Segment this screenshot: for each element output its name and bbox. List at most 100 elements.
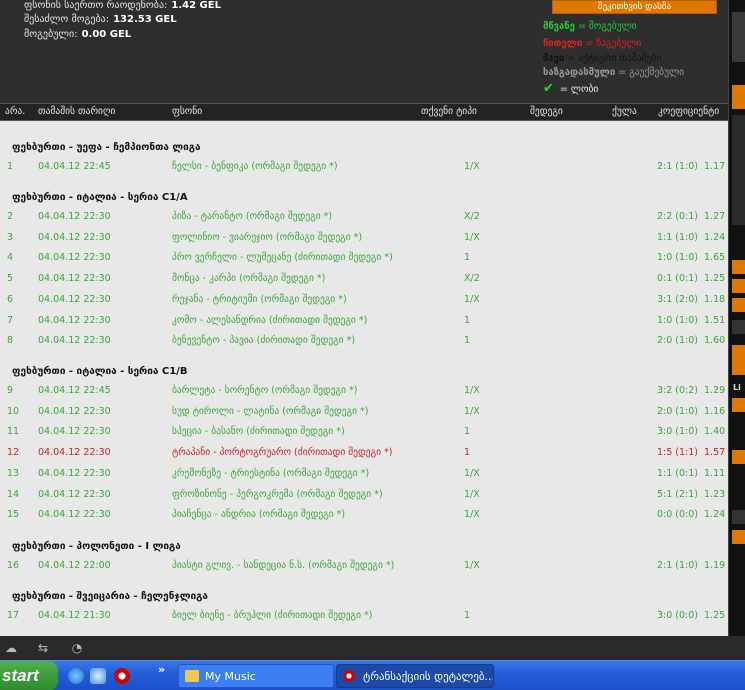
table-row[interactable]: 2 04.04.12 22:30 პიზა - ტარანტო (ორმაგი შე…	[0, 209, 728, 227]
table-row[interactable]: 1 04.04.12 22:45 ჩელსი - ბენფიკა (ორმაგი შ…	[0, 159, 728, 177]
row-match: კომო - ალესანდრია (ძირითადი შედეგი *)	[172, 314, 368, 326]
right-panel-tab-2[interactable]	[732, 279, 745, 293]
table-row[interactable]: 6 04.04.12 22:30 რეჯანა - ტრიტიუმი (ორმაგი…	[0, 292, 728, 310]
table-row[interactable]: 16 04.04.12 22:00 პიასტი გლივ. - სანდეცია …	[0, 558, 728, 576]
row-score: 0:1 (0:1)	[657, 273, 699, 285]
legend-red-desc: = წაგებული	[585, 38, 642, 49]
row-score: 2:2 (0:1)	[657, 211, 699, 222]
legend-black: შავი = აქტიური თამაშები	[543, 53, 661, 64]
column-header-date: თამაშის თარიღი	[38, 106, 116, 117]
row-bet-type: X/2	[464, 211, 480, 222]
right-panel-live-item-4[interactable]	[732, 510, 745, 524]
legend-gray-word: ხაზგადასმული	[543, 67, 616, 78]
table-row[interactable]: 17 04.04.12 21:30 ბიელ ბიენე - ბრუჰლი (ძირ…	[0, 608, 728, 626]
row-match: ჩელსი - ბენფიკა (ორმაგი შედეგი *)	[172, 161, 338, 172]
taskbar-my-music[interactable]: My Music	[178, 664, 334, 688]
row-bet-type: 1/X	[464, 488, 480, 500]
row-number: 13	[7, 467, 20, 479]
table-row[interactable]: 4 04.04.12 22:30 პრო ვერჩელი - ლუმეცანე (ძ…	[0, 250, 728, 268]
ask-question-button[interactable]: შეკითხვის დასმა	[552, 0, 717, 14]
row-score: 3:2 (0:2)	[657, 385, 699, 396]
row-number: 2	[7, 211, 14, 222]
legend-green-desc: = მოგებული	[577, 21, 637, 32]
row-date: 04.04.12 22:30	[38, 231, 111, 243]
table-row[interactable]: 5 04.04.12 22:30 მონცა - კარპი (ორმაგი შედ…	[0, 271, 728, 289]
row-bet-type: 1/X	[464, 467, 480, 479]
row-coefficient: 1.17	[704, 161, 726, 172]
table-row[interactable]: 10 04.04.12 22:30 სუდ ტიროლი - ლატინა (ორმ…	[0, 404, 728, 422]
table-row[interactable]: 8 04.04.12 22:30 ბენევენტო - პავია (ძირითა…	[0, 333, 728, 351]
row-coefficient: 1.57	[704, 447, 726, 459]
row-number: 12	[7, 447, 20, 459]
row-coefficient: 1.60	[704, 335, 726, 347]
table-row[interactable]: 11 04.04.12 22:30 სპეცია - ბასანო (ძირითად…	[0, 424, 728, 442]
row-number: 1	[7, 161, 14, 172]
table-row[interactable]: 15 04.04.12 22:30 პიაჩენცა - ანდრია (ორმაგ…	[0, 507, 728, 525]
league-group-title: ფეხბურთი - უეფა - ჩემპიონთა ლიგა	[12, 142, 201, 153]
row-number: 9	[7, 385, 14, 396]
row-match: რეჯანა - ტრიტიუმი (ორმაგი შედეგი *)	[172, 293, 347, 305]
column-header-bet: ფსონი	[172, 106, 203, 117]
table-row[interactable]: 12 04.04.12 22:30 ტრაპანი - პორტოგრუარო (ძ…	[0, 445, 728, 463]
table-row[interactable]: 9 04.04.12 22:45 ბარლეტა - სორენტო (ორმაგი…	[0, 383, 728, 401]
row-score: 1:1 (1:0)	[657, 231, 699, 243]
row-date: 04.04.12 22:30	[38, 273, 111, 285]
league-group-title: ფეხბურთი - იტალია - სერია C1/A	[12, 192, 188, 203]
row-date: 04.04.12 22:30	[38, 509, 111, 521]
row-coefficient: 1.27	[704, 211, 726, 222]
row-bet-type: 1/X	[464, 405, 480, 417]
row-match: ფოლინიო - ვიარეჯიო (ორმაგი შედეგი *)	[172, 231, 363, 243]
total-odds-label: ფსონის საერთო რაოდენობა:	[24, 0, 168, 11]
table-header: არა. თამაშის თარიღი ფსონი თქვენი ტიპი შე…	[0, 103, 728, 121]
right-panel-input[interactable]	[732, 320, 745, 334]
row-bet-type: 1	[464, 335, 471, 347]
table-row[interactable]: 7 04.04.12 22:30 კომო - ალესანდრია (ძირითა…	[0, 313, 728, 331]
right-panel-tab-1[interactable]	[732, 260, 745, 274]
row-match: პიასტი გლივ. - სანდეცია ნ.ს. (ორმაგი შედ…	[172, 560, 395, 571]
league-group-title: ფეხბურთი - პოლონეთი - I ლიგა	[12, 541, 181, 552]
row-score: 2:0 (1:0)	[657, 405, 699, 417]
table-row[interactable]: 14 04.04.12 22:30 ფროზინონე - პერგოკრემა (…	[0, 487, 728, 505]
opera-icon[interactable]	[114, 668, 130, 684]
table-row[interactable]: 13 04.04.12 22:30 კრემონეზე - ტრიესტინა (ო…	[0, 466, 728, 484]
row-date: 04.04.12 22:30	[38, 426, 111, 438]
row-date: 04.04.12 22:30	[38, 293, 111, 305]
row-number: 6	[7, 293, 14, 305]
legend-check-desc: = ლობი	[559, 84, 599, 95]
table-row[interactable]: 3 04.04.12 22:30 ფოლინიო - ვიარეჯიო (ორმაგ…	[0, 230, 728, 248]
share-icon[interactable]: ⇆	[36, 641, 50, 655]
taskbar-transaction-details[interactable]: ტრანსაქციის დეტალებ...	[336, 664, 494, 688]
row-date: 04.04.12 21:30	[38, 610, 111, 621]
row-number: 3	[7, 231, 14, 243]
right-panel-orange-block[interactable]	[732, 345, 745, 375]
row-coefficient: 1.16	[704, 405, 726, 417]
row-number: 7	[7, 314, 14, 326]
right-panel-tab-3[interactable]	[732, 298, 745, 312]
start-button[interactable]: start	[0, 661, 58, 690]
row-match: ბენევენტო - პავია (ძირითადი შედეგი *)	[172, 335, 356, 347]
email-icon[interactable]	[90, 668, 106, 684]
row-score: 3:1 (2:0)	[657, 293, 699, 305]
right-panel-live-item-1[interactable]	[732, 398, 745, 412]
row-score: 1:0 (1:0)	[657, 252, 699, 264]
row-date: 04.04.12 22:45	[38, 161, 111, 172]
possible-win-value: 132.53 GEL	[113, 14, 177, 25]
cloud-icon[interactable]: ☁	[4, 641, 18, 655]
row-number: 11	[7, 426, 20, 438]
row-match: ტრაპანი - პორტოგრუარო (ძირითადი შედეგი *…	[172, 447, 393, 459]
right-panel-live-item-2[interactable]	[732, 450, 745, 464]
row-coefficient: 1.25	[704, 273, 726, 285]
row-coefficient: 1.25	[704, 610, 726, 621]
right-panel-orange-tab[interactable]	[732, 85, 745, 109]
row-score: 2:0 (1:0)	[657, 335, 699, 347]
league-group-title: ფეხბურთი - შვეიცარია - ჩელენჯლიგა	[12, 591, 208, 602]
row-bet-type: 1/X	[464, 293, 480, 305]
right-panel-live-item-3[interactable]	[732, 530, 745, 544]
quicklaunch-more-icon[interactable]: »	[158, 663, 165, 676]
row-number: 14	[7, 488, 20, 500]
ie-icon[interactable]	[68, 668, 84, 684]
row-score: 1:0 (1:0)	[657, 314, 699, 326]
row-coefficient: 1.40	[704, 426, 726, 438]
speedometer-icon[interactable]: ◔	[70, 641, 84, 655]
row-number: 15	[7, 509, 20, 521]
